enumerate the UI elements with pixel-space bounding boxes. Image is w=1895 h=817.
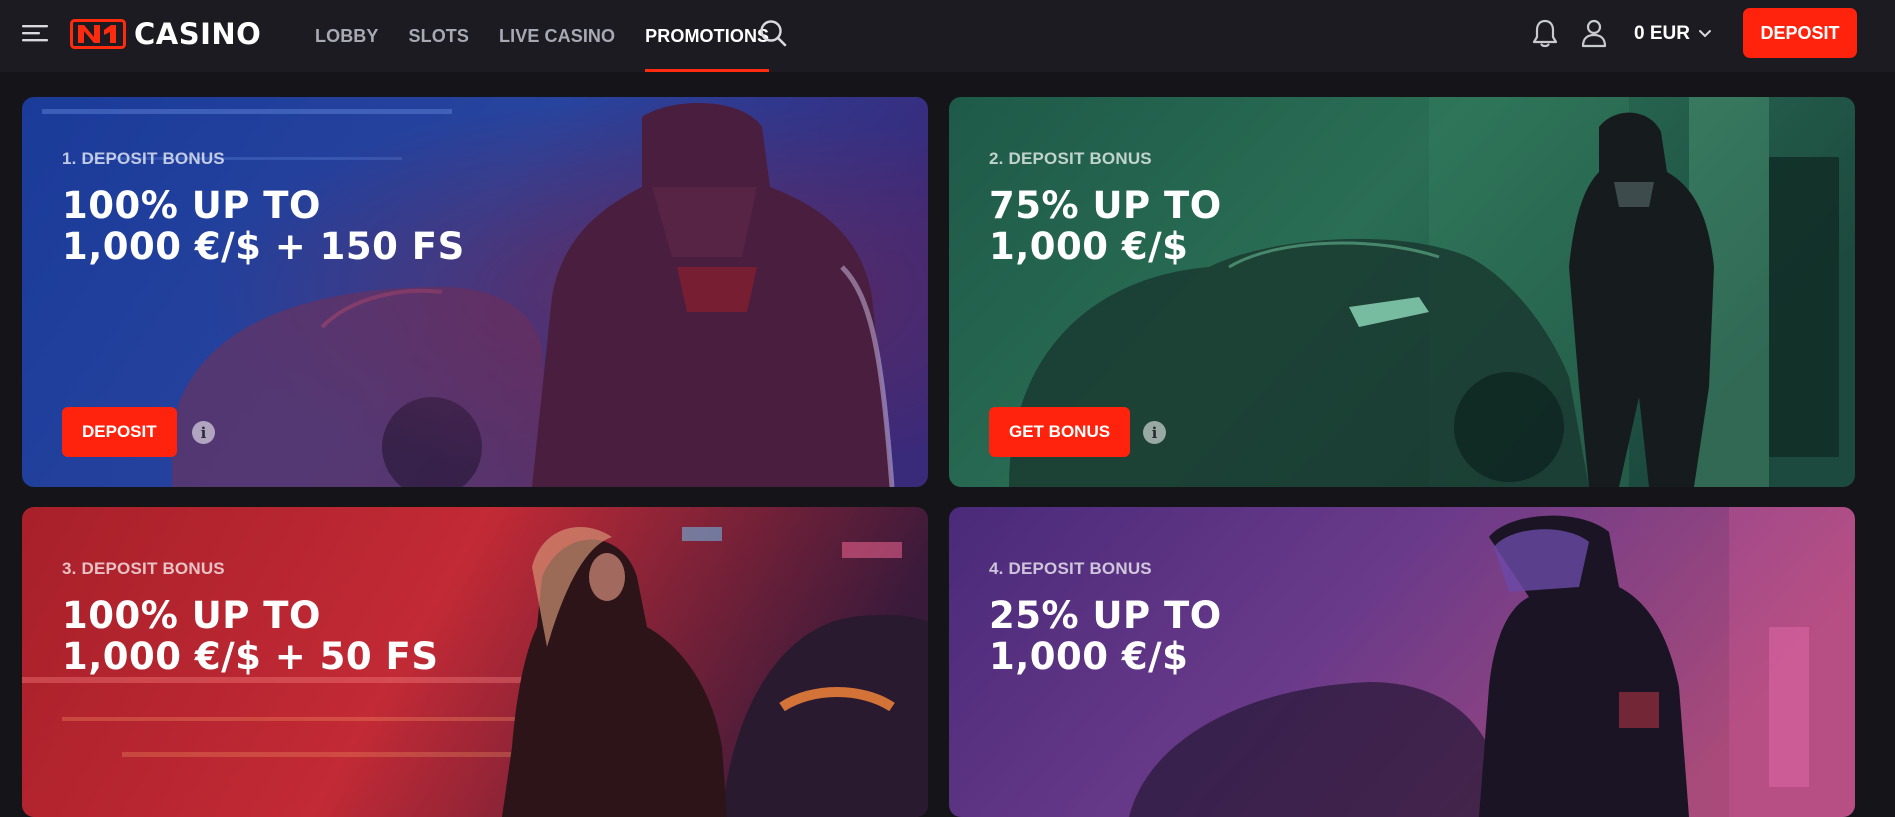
menu-icon[interactable]: [22, 22, 50, 44]
promo-card-4-title: 25% UP TO 1,000 €/$: [989, 595, 1222, 677]
promo-card-3-title-line1: 100% UP TO: [62, 594, 321, 637]
nav-live-casino[interactable]: LIVE CASINO: [499, 0, 615, 72]
bell-icon[interactable]: [1530, 17, 1560, 49]
brand-logo[interactable]: CASINO: [70, 17, 262, 51]
chevron-down-icon: [1698, 30, 1711, 38]
promo-card-1-title-line1: 100% UP TO: [62, 184, 321, 227]
promo-card-4-title-line2: 1,000 €/$: [989, 635, 1189, 678]
promo-card-2-title-line2: 1,000 €/$: [989, 225, 1189, 268]
promo-card-2-get-bonus-button[interactable]: GET BONUS: [989, 407, 1131, 457]
promo-card-1[interactable]: 1. DEPOSIT BONUS 100% UP TO 1,000 €/$ + …: [22, 97, 928, 487]
main-nav: LOBBY SLOTS LIVE CASINO PROMOTIONS: [315, 0, 799, 72]
nav-promotions[interactable]: PROMOTIONS: [645, 0, 770, 72]
promo-card-2[interactable]: 2. DEPOSIT BONUS 75% UP TO 1,000 €/$ GET…: [949, 97, 1855, 487]
promo-card-1-deposit-button[interactable]: DEPOSIT: [62, 407, 177, 457]
nav-slots[interactable]: SLOTS: [409, 0, 470, 72]
promo-card-3-title: 100% UP TO 1,000 €/$ + 50 FS: [62, 595, 438, 677]
nav-lobby[interactable]: LOBBY: [315, 0, 379, 72]
top-header: CASINO LOBBY SLOTS LIVE CASINO PROMOTION…: [0, 0, 1895, 72]
balance-dropdown[interactable]: 0 EUR: [1634, 22, 1712, 46]
promo-card-4-title-line1: 25% UP TO: [989, 594, 1222, 637]
promo-card-3[interactable]: 3. DEPOSIT BONUS 100% UP TO 1,000 €/$ + …: [22, 507, 928, 817]
n1-logo-icon: [70, 19, 126, 49]
promo-card-4[interactable]: 4. DEPOSIT BONUS 25% UP TO 1,000 €/$: [949, 507, 1855, 817]
promo-card-1-label: 1. DEPOSIT BONUS: [62, 149, 225, 168]
brand-name: CASINO: [134, 17, 262, 51]
info-icon[interactable]: i: [192, 421, 215, 444]
promo-card-2-title-line1: 75% UP TO: [989, 184, 1222, 227]
promo-card-3-label: 3. DEPOSIT BONUS: [62, 559, 225, 578]
promo-card-3-title-line2: 1,000 €/$ + 50 FS: [62, 635, 439, 678]
promo-card-1-title-line2: 1,000 €/$ + 150 FS: [62, 225, 465, 268]
balance-value: 0 EUR: [1634, 23, 1690, 44]
deposit-button[interactable]: DEPOSIT: [1743, 8, 1857, 58]
promo-card-2-title: 75% UP TO 1,000 €/$: [989, 185, 1222, 267]
promo-card-1-title: 100% UP TO 1,000 €/$ + 150 FS: [62, 185, 465, 267]
promo-card-4-label: 4. DEPOSIT BONUS: [989, 559, 1152, 578]
user-icon[interactable]: [1580, 17, 1608, 49]
info-icon[interactable]: i: [1143, 421, 1166, 444]
promo-card-2-label: 2. DEPOSIT BONUS: [989, 149, 1152, 168]
search-icon[interactable]: [758, 18, 788, 48]
